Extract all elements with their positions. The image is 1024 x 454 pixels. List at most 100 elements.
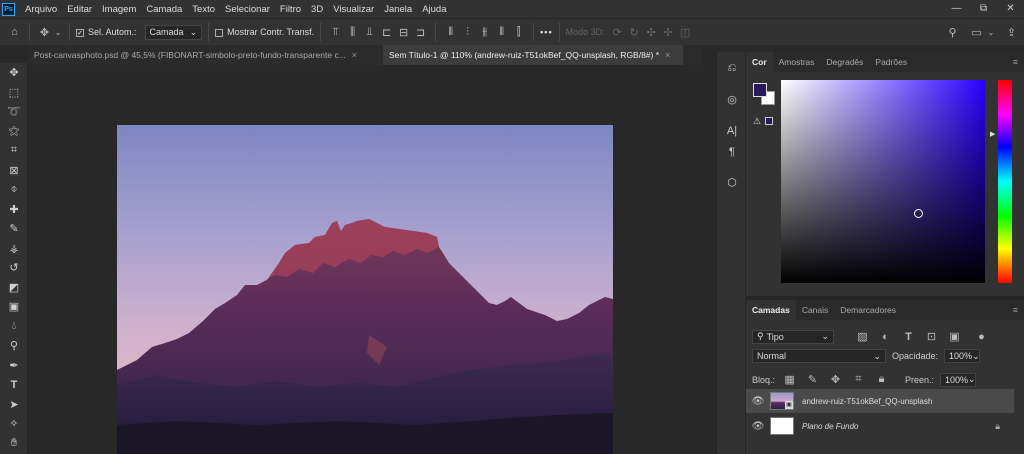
align-hcenter-icon[interactable]: ⊟ (395, 24, 412, 41)
filter-toggle-icon[interactable]: ● (973, 328, 990, 345)
tab-cor[interactable]: Cor (746, 52, 773, 72)
menu-janela[interactable]: Janela (379, 4, 417, 15)
distribute-top-icon[interactable]: ⫴ (442, 24, 459, 41)
brush-tool-icon[interactable]: ✎ (0, 219, 28, 239)
crop-tool-icon[interactable]: ⌗ (0, 141, 28, 161)
paragraph-panel-icon[interactable]: ¶ (717, 141, 747, 162)
character-panel-icon[interactable]: A| (717, 120, 747, 141)
filter-smart-object-icon[interactable]: ▣ (946, 328, 963, 345)
chevron-down-icon[interactable]: ⌄ (53, 24, 63, 41)
dodge-tool-icon[interactable]: ⚲ (0, 336, 28, 356)
magic-wand-tool-icon[interactable]: ⚝ (0, 122, 28, 142)
gamut-warning[interactable]: ⚠ (753, 116, 777, 126)
filter-adjustment-icon[interactable]: ◐ (877, 328, 894, 345)
close-icon[interactable]: × (665, 50, 670, 60)
lock-position-icon[interactable]: ✥ (827, 371, 844, 388)
filter-shape-icon[interactable]: ⊡ (923, 328, 940, 345)
eye-icon[interactable]: 👁︎ (746, 421, 770, 432)
blend-mode-dropdown[interactable]: Normal ⌄ (752, 349, 886, 363)
menu-filtro[interactable]: Filtro (275, 4, 306, 15)
layer-filter-dropdown[interactable]: ⚲ Tipo ⌄ (752, 329, 834, 344)
align-top-icon[interactable]: ⫪ (327, 24, 344, 41)
blur-tool-icon[interactable]: 💧︎ (0, 317, 28, 337)
marquee-tool-icon[interactable]: ⬚ (0, 83, 28, 103)
more-options-button[interactable]: ••• (540, 27, 552, 37)
lock-transparent-icon[interactable]: ▦ (781, 371, 798, 388)
lock-artboard-icon[interactable]: ⌗ (850, 371, 867, 388)
move-options-icon[interactable]: ✥ (36, 24, 53, 41)
search-icon[interactable]: ⚲ (944, 24, 961, 41)
menu-texto[interactable]: Texto (187, 4, 220, 15)
tab-amostras[interactable]: Amostras (773, 52, 821, 72)
tab-post-canvasphoto[interactable]: Post-canvasphoto.psd @ 45,5% (FIBONART-s… (28, 45, 383, 65)
menu-editar[interactable]: Editar (62, 4, 97, 15)
eye-icon[interactable]: 👁︎ (746, 396, 770, 407)
align-left-icon[interactable]: ⊏ (378, 24, 395, 41)
lock-image-icon[interactable]: ✎ (804, 371, 821, 388)
auto-select-checkbox[interactable]: ✓ Sel. Autom.: (76, 27, 137, 37)
tab-padroes[interactable]: Padrões (869, 52, 913, 72)
tab-canais[interactable]: Canais (796, 300, 834, 320)
shape-tool-icon[interactable]: ✧ (0, 414, 28, 434)
stamp-tool-icon[interactable]: ⚶ (0, 239, 28, 259)
menu-visualizar[interactable]: Visualizar (328, 4, 379, 15)
menu-3d[interactable]: 3D (306, 4, 328, 15)
align-right-icon[interactable]: ⊐ (412, 24, 429, 41)
transform-controls-checkbox[interactable]: Mostrar Contr. Transf. (215, 27, 314, 37)
tab-demarcadores[interactable]: Demarcadores (834, 300, 902, 320)
home-icon[interactable]: ⌂ (6, 24, 23, 41)
panel-menu-icon[interactable]: ≡ (1013, 52, 1024, 72)
foreground-color-swatch[interactable] (753, 83, 767, 97)
history-brush-tool-icon[interactable]: ↺ (0, 258, 28, 278)
tab-camadas[interactable]: Camadas (746, 300, 796, 320)
move-tool-icon[interactable]: ✥ (0, 63, 28, 83)
minimize-button[interactable]: — (943, 0, 970, 18)
filter-pixel-icon[interactable]: ▨ (854, 328, 871, 345)
lasso-tool-icon[interactable]: ➰ (0, 102, 28, 122)
layer-row-photo[interactable]: 👁︎ ▣ andrew-ruiz-T51okBef_QQ-unsplash (746, 389, 1014, 413)
distribute-left-icon[interactable]: ⦀ (493, 24, 510, 41)
vertical-scrollbar[interactable] (702, 45, 716, 454)
lock-all-icon[interactable]: 🔒︎ (873, 371, 890, 388)
distribute-right-icon[interactable]: ⫿ (510, 24, 527, 41)
chevron-down-icon[interactable]: ⌄ (986, 24, 996, 41)
tab-sem-titulo-1[interactable]: Sem Título-1 @ 110% (andrew-ruiz-T51okBe… (383, 45, 683, 65)
distribute-vcenter-icon[interactable]: ⫶ (459, 24, 476, 41)
filter-type-icon[interactable]: T (900, 328, 917, 345)
healing-tool-icon[interactable]: ✚ (0, 200, 28, 220)
align-bottom-icon[interactable]: ⫫ (361, 24, 378, 41)
pen-tool-icon[interactable]: ✒ (0, 356, 28, 376)
history-panel-icon[interactable]: ⎌ (717, 58, 747, 79)
menu-arquivo[interactable]: Arquivo (20, 4, 62, 15)
hand-tool-icon[interactable]: ✋︎ (0, 434, 28, 454)
eraser-tool-icon[interactable]: ◩ (0, 278, 28, 298)
frame-tool-icon[interactable]: ⊠ (0, 161, 28, 181)
document-image[interactable] (117, 125, 613, 454)
menu-selecionar[interactable]: Selecionar (220, 4, 275, 15)
distribute-bottom-icon[interactable]: ⫵ (476, 24, 493, 41)
menu-imagem[interactable]: Imagem (97, 4, 141, 15)
close-icon[interactable]: × (352, 50, 357, 60)
eyedropper-tool-icon[interactable]: ⌽ (0, 180, 28, 200)
saturation-value-field[interactable] (781, 80, 985, 283)
hue-slider[interactable] (998, 80, 1012, 283)
color-picker-cursor[interactable] (914, 209, 923, 218)
type-tool-icon[interactable]: T (0, 375, 28, 395)
menu-ajuda[interactable]: Ajuda (417, 4, 451, 15)
layer-row-background[interactable]: 👁︎ Plano de Fundo 🔒︎ (746, 414, 1014, 438)
panel-menu-icon[interactable]: ≡ (1013, 300, 1024, 320)
hue-slider-handle-icon[interactable]: ▶ (990, 130, 995, 138)
opacity-input[interactable]: 100% ⌄ (944, 349, 981, 363)
adjustments-panel-icon[interactable]: ◎ (717, 89, 747, 110)
fill-input[interactable]: 100% ⌄ (940, 372, 976, 387)
close-window-button[interactable]: ✕ (997, 0, 1024, 18)
3d-panel-icon[interactable]: ⬡ (717, 172, 747, 193)
gradient-tool-icon[interactable]: ▣ (0, 297, 28, 317)
align-vcenter-icon[interactable]: ⫼ (344, 24, 361, 41)
restore-button[interactable]: ⧉ (970, 0, 997, 18)
workspace-icon[interactable]: ▭ (968, 24, 985, 41)
tab-degrades[interactable]: Degradês (821, 52, 870, 72)
menu-camada[interactable]: Camada (141, 4, 187, 15)
auto-select-dropdown[interactable]: Camada ⌄ (144, 24, 203, 40)
share-icon[interactable]: ⇪ (1003, 24, 1020, 41)
